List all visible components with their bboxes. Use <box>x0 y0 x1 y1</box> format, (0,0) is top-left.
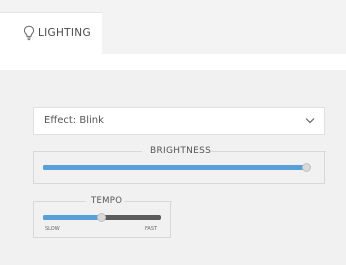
brightness-slider-fill <box>43 165 306 170</box>
tempo-max-label: FAST <box>145 226 158 232</box>
lightbulb-icon <box>23 25 35 41</box>
tempo-slider-fill <box>43 215 101 220</box>
brightness-slider-thumb[interactable] <box>302 163 311 172</box>
tempo-frame-line-left <box>34 201 86 202</box>
effect-dropdown[interactable]: Effect: Blink <box>33 107 325 135</box>
tab-lighting[interactable]: LIGHTING <box>0 12 102 54</box>
brightness-frame-line-right <box>211 151 326 152</box>
tempo-slider-thumb[interactable] <box>97 213 106 222</box>
brightness-label: BRIGHTNESS <box>150 146 212 156</box>
tempo-slider[interactable] <box>43 213 161 222</box>
brightness-slider[interactable] <box>43 163 311 172</box>
effect-selected-value: Effect: Blink <box>44 115 104 126</box>
tab-bar: LIGHTING <box>0 0 346 54</box>
chevron-down-icon <box>305 118 315 124</box>
tab-lighting-label: LIGHTING <box>38 27 91 39</box>
tempo-frame-line-right <box>124 201 172 202</box>
brightness-frame-line-left <box>34 151 142 152</box>
content-header-strip <box>0 54 346 70</box>
tempo-min-label: SLOW <box>45 226 60 232</box>
tempo-label: TEMPO <box>91 196 123 206</box>
lighting-settings-app: LIGHTING Effect: Blink BRIGHTNESS TEMPO … <box>0 0 346 265</box>
